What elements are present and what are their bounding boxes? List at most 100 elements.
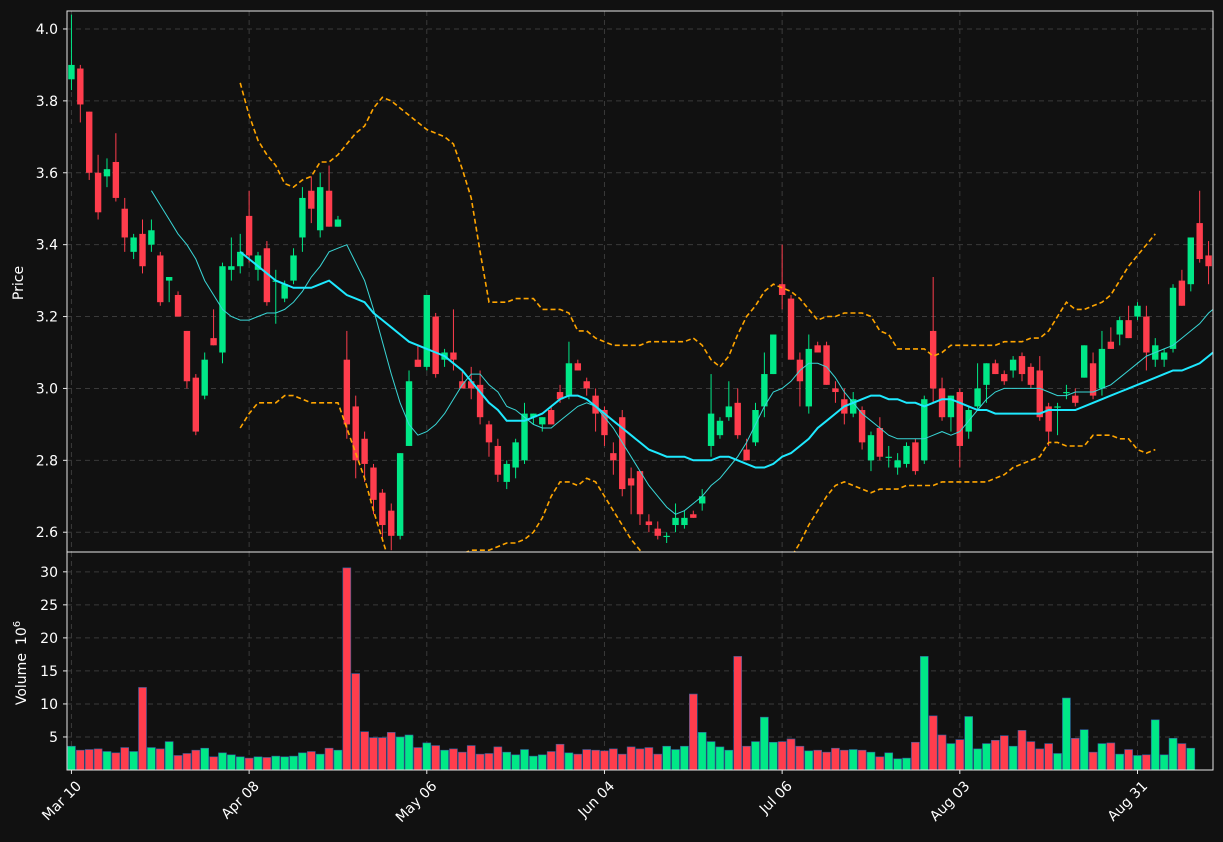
candle-body: [1187, 237, 1194, 285]
candle-body: [574, 363, 582, 371]
candle-body: [823, 345, 830, 385]
volume-bar: [857, 749, 867, 771]
volume-bar: [760, 716, 769, 771]
volume-bar: [253, 756, 263, 771]
volume-bar: [813, 749, 822, 771]
candle-body: [1107, 341, 1115, 349]
candle-body: [148, 230, 155, 245]
volume-bar: [609, 748, 618, 771]
candle-body: [1009, 359, 1017, 371]
volume-bar: [1150, 719, 1160, 771]
candle-body: [583, 381, 590, 389]
candle-body: [290, 255, 297, 281]
candle-body: [201, 359, 208, 396]
volume-bar: [120, 747, 130, 771]
volume-bar: [244, 757, 254, 771]
candle-body: [690, 514, 697, 518]
volume-bar: [564, 752, 574, 771]
price-tick-label: 3.6: [36, 166, 58, 182]
volume-bar: [635, 748, 645, 771]
volume-bar: [298, 752, 307, 771]
candle-body: [1205, 255, 1212, 267]
candle-body: [121, 208, 128, 238]
volume-bar: [999, 735, 1009, 771]
candle-body: [992, 363, 999, 375]
candle-body: [130, 237, 137, 252]
volume-bar: [93, 748, 103, 771]
volume-bar: [431, 745, 440, 771]
candle-body: [405, 381, 413, 446]
candle-body: [1001, 374, 1008, 382]
stock-chart: 2.62.83.03.23.43.63.84.0 51015202530 Mar…: [0, 0, 1223, 842]
candle-body: [645, 521, 653, 526]
volume-bar: [280, 756, 289, 771]
candle-body: [485, 424, 493, 443]
candle-body: [316, 187, 324, 231]
candle-body: [983, 363, 990, 385]
volume-bar: [591, 749, 600, 771]
volume-bar: [1177, 743, 1187, 771]
candle-body: [929, 330, 937, 389]
volume-bar: [848, 749, 858, 771]
volume-bar: [991, 739, 1000, 771]
volume-bar: [1008, 745, 1018, 771]
volume-bar: [964, 716, 973, 771]
volume-bar: [555, 743, 565, 771]
price-axis-label: Price: [11, 266, 27, 300]
volume-bar: [449, 748, 458, 771]
volume-bar: [1115, 753, 1125, 771]
candle-body: [681, 517, 688, 526]
price-tick-label: 4.0: [36, 22, 58, 38]
volume-bar: [369, 737, 378, 771]
candle-body: [352, 406, 359, 461]
volume-bar: [129, 751, 138, 771]
candle-body: [1134, 305, 1141, 317]
candle-body: [547, 410, 555, 425]
candle-body: [770, 334, 777, 375]
candle-body: [912, 442, 919, 472]
candle-body: [388, 510, 395, 536]
candle-body: [414, 359, 422, 367]
candle-body: [343, 359, 351, 425]
candle-body: [1098, 348, 1106, 389]
volume-bar: [919, 656, 929, 771]
candle-body: [672, 517, 679, 526]
volume-bar: [378, 737, 387, 771]
candle-body: [663, 535, 670, 538]
volume-bar: [155, 748, 165, 771]
volume-axis-label-text: Volume: [14, 653, 30, 705]
volume-bar: [173, 755, 183, 771]
volume-bar: [235, 756, 245, 771]
candle-body: [1125, 320, 1132, 339]
volume-bar: [1159, 754, 1169, 771]
candle-body: [636, 471, 644, 515]
volume-bar: [937, 734, 947, 771]
candle-body: [1018, 356, 1026, 375]
candle-body: [921, 399, 928, 461]
volume-bar: [1062, 697, 1071, 771]
volume-bar: [458, 751, 467, 771]
candle-body: [725, 406, 733, 418]
volume-bar: [386, 732, 396, 771]
volume-bar: [840, 749, 849, 771]
volume-bar: [1026, 741, 1036, 771]
volume-bar: [218, 752, 227, 771]
volume-bar: [706, 741, 716, 771]
volume-axis-label: Volume 106: [12, 621, 30, 705]
volume-tick-label: 15: [40, 664, 58, 680]
volume-tick-label: 25: [40, 598, 58, 614]
volume-bar: [520, 749, 529, 771]
volume-bar: [307, 751, 316, 771]
volume-bar: [777, 741, 787, 771]
volume-bar: [200, 747, 209, 771]
volume-bar: [875, 756, 885, 771]
volume-bar: [537, 754, 547, 771]
volume-bar: [1079, 729, 1089, 771]
volume-bar: [413, 747, 423, 771]
volume-bar: [76, 749, 85, 771]
volume-bar: [511, 754, 520, 771]
volume-bar: [644, 747, 654, 771]
volume-bar: [1133, 755, 1142, 771]
volume-bar: [902, 757, 911, 771]
candle-body: [903, 445, 910, 464]
